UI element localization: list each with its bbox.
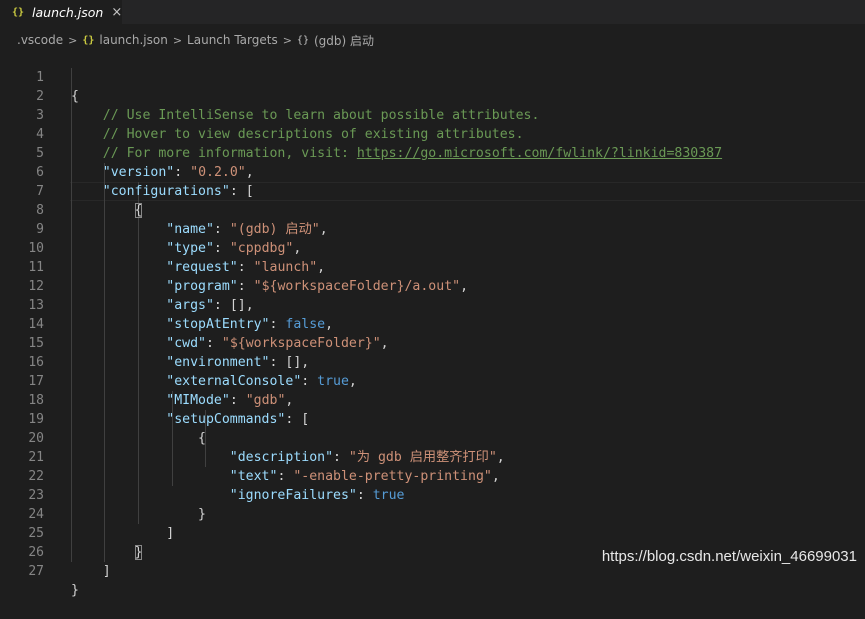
breadcrumb-folder[interactable]: .vscode xyxy=(17,33,63,47)
json-file-icon: {} xyxy=(82,34,95,46)
code-line: 24 ] xyxy=(0,486,865,541)
code-line: 11 "program": "${workspaceFolder}/a.out"… xyxy=(0,239,865,294)
code-line: 19 { xyxy=(0,391,865,446)
close-icon[interactable]: × xyxy=(111,5,122,20)
token: } xyxy=(71,583,79,598)
code-line: 5 "version": "0.2.0", xyxy=(0,125,865,180)
code-line: 4 // For more information, visit: https:… xyxy=(0,106,865,161)
code-line: 6 "configurations": [ xyxy=(0,144,865,199)
code-line: 10 "request": "launch", xyxy=(0,220,865,275)
breadcrumb-object-label: (gdb) 启动 xyxy=(313,33,374,48)
chevron-right-icon: > xyxy=(172,33,183,47)
token: ] xyxy=(102,564,111,579)
code-line: 15 "environment": [], xyxy=(0,315,865,370)
code-line: 9 "type": "cppdbg", xyxy=(0,201,865,256)
code-line: 20 "description": "为 gdb 启用整齐打印", xyxy=(0,410,865,465)
tab-launch-json[interactable]: {} launch.json × xyxy=(0,0,122,24)
code-line: 18 "setupCommands": [ xyxy=(0,372,865,427)
breadcrumb-file-label: launch.json xyxy=(99,33,168,47)
code-line: 26 ] xyxy=(0,524,865,579)
code-line: 23 } xyxy=(0,467,865,522)
tab-bar: {} launch.json × xyxy=(0,0,865,24)
code-line: 1 { xyxy=(0,49,865,104)
breadcrumb: .vscode > {} launch.json > Launch Target… xyxy=(17,30,374,50)
code-line: 8 "name": "(gdb) 启动", xyxy=(0,182,865,237)
code-line: 2 // Use IntelliSense to learn about pos… xyxy=(0,68,865,123)
tab-title: launch.json xyxy=(32,4,104,20)
watermark: https://blog.csdn.net/weixin_46699031 xyxy=(601,548,857,565)
breadcrumb-object[interactable]: {} (gdb) 启动 xyxy=(297,32,374,49)
breadcrumb-section[interactable]: Launch Targets xyxy=(187,33,278,47)
line-number: 27 xyxy=(28,564,44,579)
code-editor[interactable]: 1 { 2 // Use IntelliSense to learn about… xyxy=(0,49,865,598)
code-line: 12 "args": [], xyxy=(0,258,865,313)
code-line: 16 "externalConsole": true, xyxy=(0,334,865,389)
object-icon: {} xyxy=(296,34,309,46)
code-line: 22 "ignoreFailures": true xyxy=(0,448,865,503)
code-line: 14 "cwd": "${workspaceFolder}", xyxy=(0,296,865,351)
code-line: 13 "stopAtEntry": false, xyxy=(0,277,865,332)
json-file-icon: {} xyxy=(12,6,25,18)
breadcrumb-file[interactable]: {} launch.json xyxy=(82,33,168,47)
code-line: 25 } xyxy=(0,505,865,560)
chevron-right-icon: > xyxy=(68,33,78,47)
chevron-right-icon: > xyxy=(282,33,292,47)
code-line: 17 "MIMode": "gdb", xyxy=(0,353,865,408)
code-line: 7 { xyxy=(0,163,865,218)
code-line: 3 // Hover to view descriptions of exist… xyxy=(0,87,865,142)
code-line: 21 "text": "-enable-pretty-printing", xyxy=(0,429,865,484)
